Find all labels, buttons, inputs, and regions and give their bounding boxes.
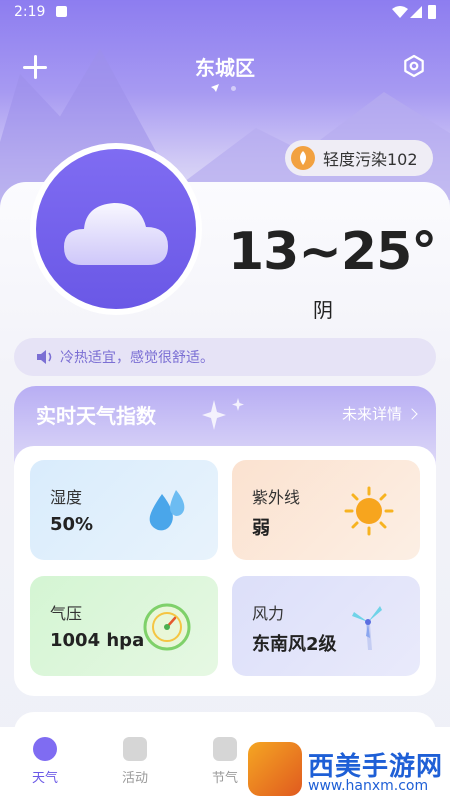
- location-arrow-icon: [211, 84, 219, 92]
- tile-value: 东南风2级: [252, 634, 337, 655]
- tab-weather[interactable]: 天气: [10, 737, 80, 786]
- tab-activity[interactable]: 活动: [100, 737, 170, 786]
- speaker-icon: [37, 350, 52, 364]
- future-details-link[interactable]: 未来详情: [341, 403, 418, 424]
- water-drops-icon: [149, 490, 185, 531]
- index-tiles-grid: 湿度 50% 紫外线 弱 气压 1004 hpa 风力 东南风2级: [14, 446, 436, 696]
- weather-tip-text: 冷热适宜，感觉很舒适。: [60, 350, 214, 366]
- tile-value: 50%: [50, 514, 94, 535]
- cloud-icon: [64, 203, 168, 265]
- air-quality-badge[interactable]: 轻度污染102: [285, 140, 433, 176]
- gauge-icon: [143, 603, 191, 651]
- cloud-icon: [213, 737, 237, 761]
- notification-icon: [56, 6, 67, 17]
- page-indicator-dot: [231, 86, 236, 91]
- status-bar: 2:19: [0, 0, 450, 26]
- wind-turbine-icon: [352, 606, 382, 650]
- uv-tile[interactable]: 紫外线 弱: [232, 460, 420, 560]
- city-title[interactable]: 东城区: [0, 52, 450, 81]
- sun-icon: [344, 486, 394, 536]
- status-time: 2:19: [14, 4, 46, 20]
- settings-button[interactable]: [402, 54, 426, 78]
- tab-label: 天气: [31, 771, 58, 786]
- battery-icon: [428, 5, 436, 19]
- tab-label: 活动: [121, 771, 148, 786]
- tab-label: 节气: [211, 771, 238, 786]
- gamepad-logo-icon: [248, 742, 302, 796]
- chevron-right-icon: [406, 407, 418, 420]
- leaf-icon: [291, 146, 315, 170]
- site-watermark: 西美手游网 www.hanxm.com: [248, 742, 448, 798]
- watermark-url: www.hanxm.com: [308, 778, 429, 794]
- tile-label: 湿度: [50, 488, 83, 507]
- weather-icon: [33, 737, 57, 761]
- tile-label: 紫外线: [252, 488, 301, 507]
- weather-tip-bar: 冷热适宜，感觉很舒适。: [14, 338, 436, 376]
- tile-label: 风力: [252, 604, 285, 623]
- tile-value: 1004 hpa: [50, 630, 145, 651]
- weather-icon-circle: [30, 143, 202, 315]
- humidity-tile[interactable]: 湿度 50%: [30, 460, 218, 560]
- sparkle-icon: [202, 398, 244, 430]
- pressure-tile[interactable]: 气压 1004 hpa: [30, 576, 218, 676]
- future-details-label: 未来详情: [341, 405, 402, 423]
- weather-index-panel: 实时天气指数 未来详情 湿度 50% 紫外线 弱 气压 1004 hpa 风力 …: [14, 386, 436, 696]
- calendar-icon: [123, 737, 147, 761]
- signal-icon: [410, 6, 422, 18]
- wind-tile[interactable]: 风力 东南风2级: [232, 576, 420, 676]
- air-quality-label: 轻度污染102: [323, 150, 418, 169]
- index-panel-title: 实时天气指数: [36, 404, 156, 428]
- wifi-icon: [392, 6, 408, 18]
- weather-condition: 阴: [313, 298, 333, 322]
- tile-value: 弱: [252, 518, 270, 539]
- temperature-range: 13~25°: [228, 222, 437, 282]
- tile-label: 气压: [50, 604, 83, 623]
